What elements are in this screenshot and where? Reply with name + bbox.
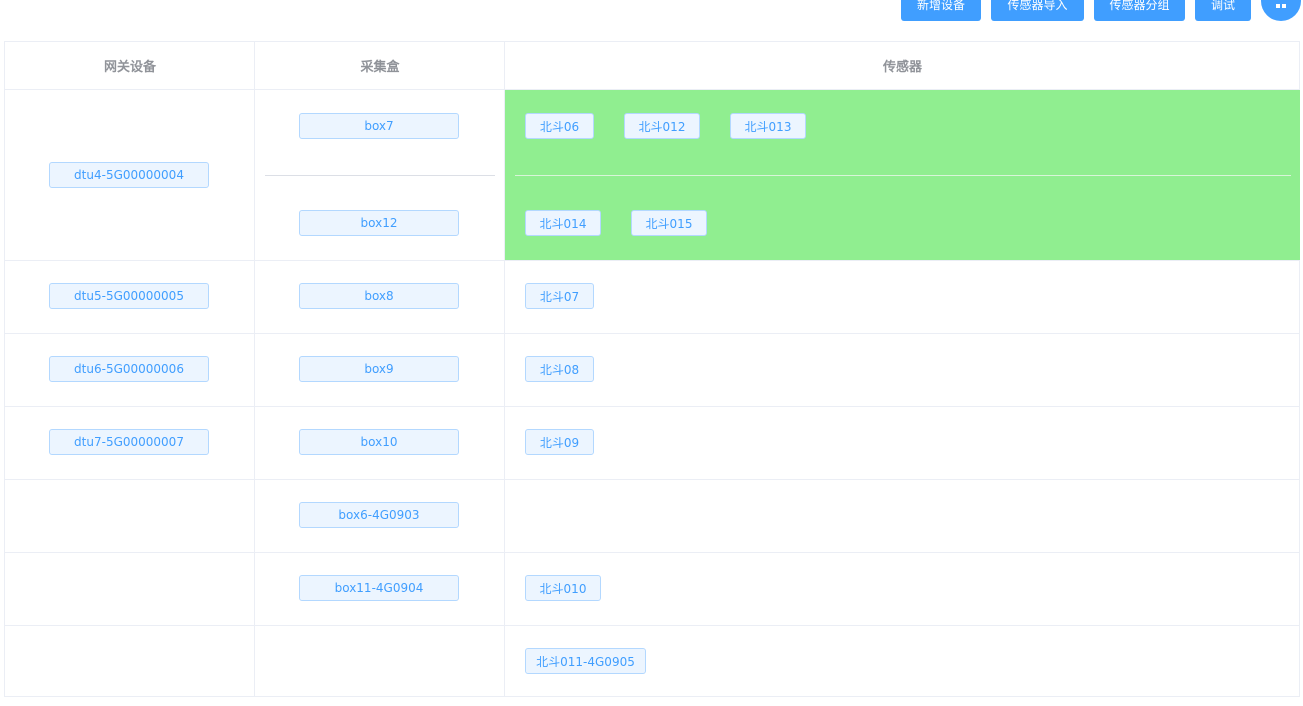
box-tag[interactable]: box7 — [299, 113, 459, 139]
toolbar: 新增设备 传感器导入 传感器分组 调试 — [0, 0, 1303, 21]
sensor-tag[interactable]: 北斗08 — [525, 356, 594, 382]
row-divider — [5, 479, 1299, 480]
gateway-tag[interactable]: dtu4-5G00000004 — [49, 162, 209, 188]
gateway-tag[interactable]: dtu7-5G00000007 — [49, 429, 209, 455]
box-tag[interactable]: box8 — [299, 283, 459, 309]
header-sensor: 传感器 — [505, 42, 1300, 90]
row-divider — [5, 333, 1299, 334]
gateway-tag[interactable]: dtu6-5G00000006 — [49, 356, 209, 382]
row-divider — [5, 260, 1299, 261]
sensor-tag[interactable]: 北斗012 — [624, 113, 700, 139]
device-table: 网关设备 采集盒 传感器 dtu4-5G00000004 box7 box12 … — [4, 41, 1300, 697]
gateway-tag[interactable]: dtu5-5G00000005 — [49, 283, 209, 309]
column-divider — [254, 42, 255, 696]
row-divider — [5, 552, 1299, 553]
box-split-line — [265, 175, 495, 176]
column-divider — [504, 42, 505, 696]
sensor-tag[interactable]: 北斗09 — [525, 429, 594, 455]
header-gateway: 网关设备 — [5, 42, 255, 90]
box-tag[interactable]: box6-4G0903 — [299, 502, 459, 528]
header-box: 采集盒 — [255, 42, 505, 90]
box-tag[interactable]: box12 — [299, 210, 459, 236]
sensor-import-button[interactable]: 传感器导入 — [991, 0, 1084, 21]
sensor-tag[interactable]: 北斗010 — [525, 575, 601, 601]
sensor-tag[interactable]: 北斗013 — [730, 113, 806, 139]
sensor-tag[interactable]: 北斗06 — [525, 113, 594, 139]
box-tag[interactable]: box11-4G0904 — [299, 575, 459, 601]
add-device-button[interactable]: 新增设备 — [901, 0, 981, 21]
box-tag[interactable]: box10 — [299, 429, 459, 455]
sensor-split-line — [515, 175, 1291, 176]
grid-icon — [1276, 4, 1286, 8]
sensor-group-button[interactable]: 传感器分组 — [1094, 0, 1185, 21]
row-divider — [5, 625, 1299, 626]
sensor-tag[interactable]: 北斗014 — [525, 210, 601, 236]
box-tag[interactable]: box9 — [299, 356, 459, 382]
debug-button[interactable]: 调试 — [1195, 0, 1251, 21]
sensor-tag[interactable]: 北斗07 — [525, 283, 594, 309]
more-options-button[interactable] — [1261, 0, 1301, 21]
sensor-tag[interactable]: 北斗015 — [631, 210, 707, 236]
sensor-tag[interactable]: 北斗011-4G0905 — [525, 648, 646, 674]
row-divider — [5, 406, 1299, 407]
